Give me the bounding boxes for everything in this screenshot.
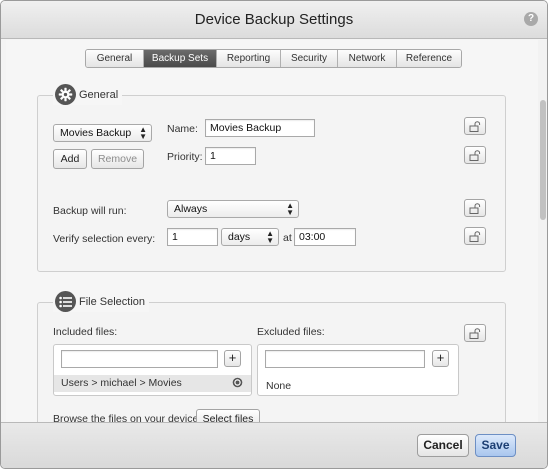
excluded-files-label: Excluded files: xyxy=(257,326,325,338)
name-label: Name: xyxy=(167,123,198,135)
excluded-none-text: None xyxy=(266,380,292,392)
excluded-files-input[interactable] xyxy=(265,350,425,368)
settings-content: General Backup Sets Reporting Security N… xyxy=(6,40,539,422)
lock-name-button[interactable] xyxy=(464,117,486,135)
save-button[interactable]: Save xyxy=(475,434,516,457)
browse-files-label: Browse the files on your device: xyxy=(53,413,202,422)
included-path-text: Users > michael > Movies xyxy=(61,377,182,389)
lock-backup-run-button[interactable] xyxy=(464,199,486,217)
add-excluded-file-button[interactable]: + xyxy=(432,350,449,367)
file-selection-heading-label: File Selection xyxy=(79,295,146,308)
lock-verify-button[interactable] xyxy=(464,227,486,245)
cancel-button[interactable]: Cancel xyxy=(417,434,469,457)
tab-security[interactable]: Security xyxy=(281,50,338,67)
lock-icon xyxy=(469,120,480,132)
verify-label: Verify selection every: xyxy=(53,233,156,245)
select-arrows-icon: ▲ ▼ xyxy=(139,125,147,141)
priority-label: Priority: xyxy=(167,151,203,163)
add-backup-set-button[interactable]: Add xyxy=(53,149,87,169)
lock-icon xyxy=(469,230,480,242)
dialog-footer: Cancel Save xyxy=(1,422,547,468)
title-bar: Device Backup Settings ? xyxy=(1,1,547,39)
general-heading-label: General xyxy=(79,88,119,101)
lock-icon xyxy=(469,149,480,161)
vertical-scrollbar[interactable] xyxy=(538,40,547,422)
excluded-files-panel: + None xyxy=(257,344,459,396)
scrollbar-thumb[interactable] xyxy=(540,100,546,220)
remove-backup-set-button[interactable]: Remove xyxy=(91,149,144,169)
lock-file-selection-button[interactable] xyxy=(464,324,486,342)
backup-run-select-value: Always xyxy=(174,203,208,215)
included-files-label: Included files: xyxy=(53,326,118,338)
verify-count-field[interactable]: 1 xyxy=(167,228,218,246)
backup-run-label: Backup will run: xyxy=(53,205,127,217)
select-arrows-icon: ▲ ▼ xyxy=(266,229,274,245)
general-heading: General xyxy=(53,84,123,105)
lock-icon xyxy=(469,202,480,214)
name-field[interactable]: Movies Backup xyxy=(205,119,315,137)
tab-general[interactable]: General xyxy=(86,50,144,67)
verify-time-field[interactable]: 03:00 xyxy=(294,228,356,246)
included-path-row[interactable]: Users > michael > Movies xyxy=(54,375,251,392)
tab-reporting[interactable]: Reporting xyxy=(217,50,281,67)
settings-window: Device Backup Settings ? General Backup … xyxy=(0,0,548,469)
tab-network[interactable]: Network xyxy=(338,50,397,67)
gear-icon xyxy=(55,84,76,105)
lock-priority-button[interactable] xyxy=(464,146,486,164)
select-arrows-icon: ▲ ▼ xyxy=(286,201,294,217)
file-selection-heading: File Selection xyxy=(53,291,150,312)
tab-backup-sets[interactable]: Backup Sets xyxy=(144,50,217,67)
tab-bar: General Backup Sets Reporting Security N… xyxy=(85,49,462,68)
verify-unit-select-value: days xyxy=(228,231,251,243)
list-icon xyxy=(55,291,76,312)
backup-set-select[interactable]: Movies Backup ▲ ▼ xyxy=(53,124,152,142)
remove-path-icon[interactable] xyxy=(232,377,243,392)
included-files-input[interactable] xyxy=(61,350,218,368)
add-included-file-button[interactable]: + xyxy=(224,350,241,367)
tab-reference[interactable]: Reference xyxy=(397,50,461,67)
verify-unit-select[interactable]: days ▲ ▼ xyxy=(221,228,279,246)
help-icon[interactable]: ? xyxy=(524,12,538,26)
backup-set-select-value: Movies Backup xyxy=(60,127,132,139)
included-files-panel: + Users > michael > Movies xyxy=(53,344,252,396)
lock-icon xyxy=(469,327,480,339)
window-title: Device Backup Settings xyxy=(194,11,354,28)
backup-run-select[interactable]: Always ▲ ▼ xyxy=(167,200,299,218)
priority-field[interactable]: 1 xyxy=(205,147,256,165)
at-label: at xyxy=(283,232,292,244)
select-files-button[interactable]: Select files xyxy=(196,409,260,422)
